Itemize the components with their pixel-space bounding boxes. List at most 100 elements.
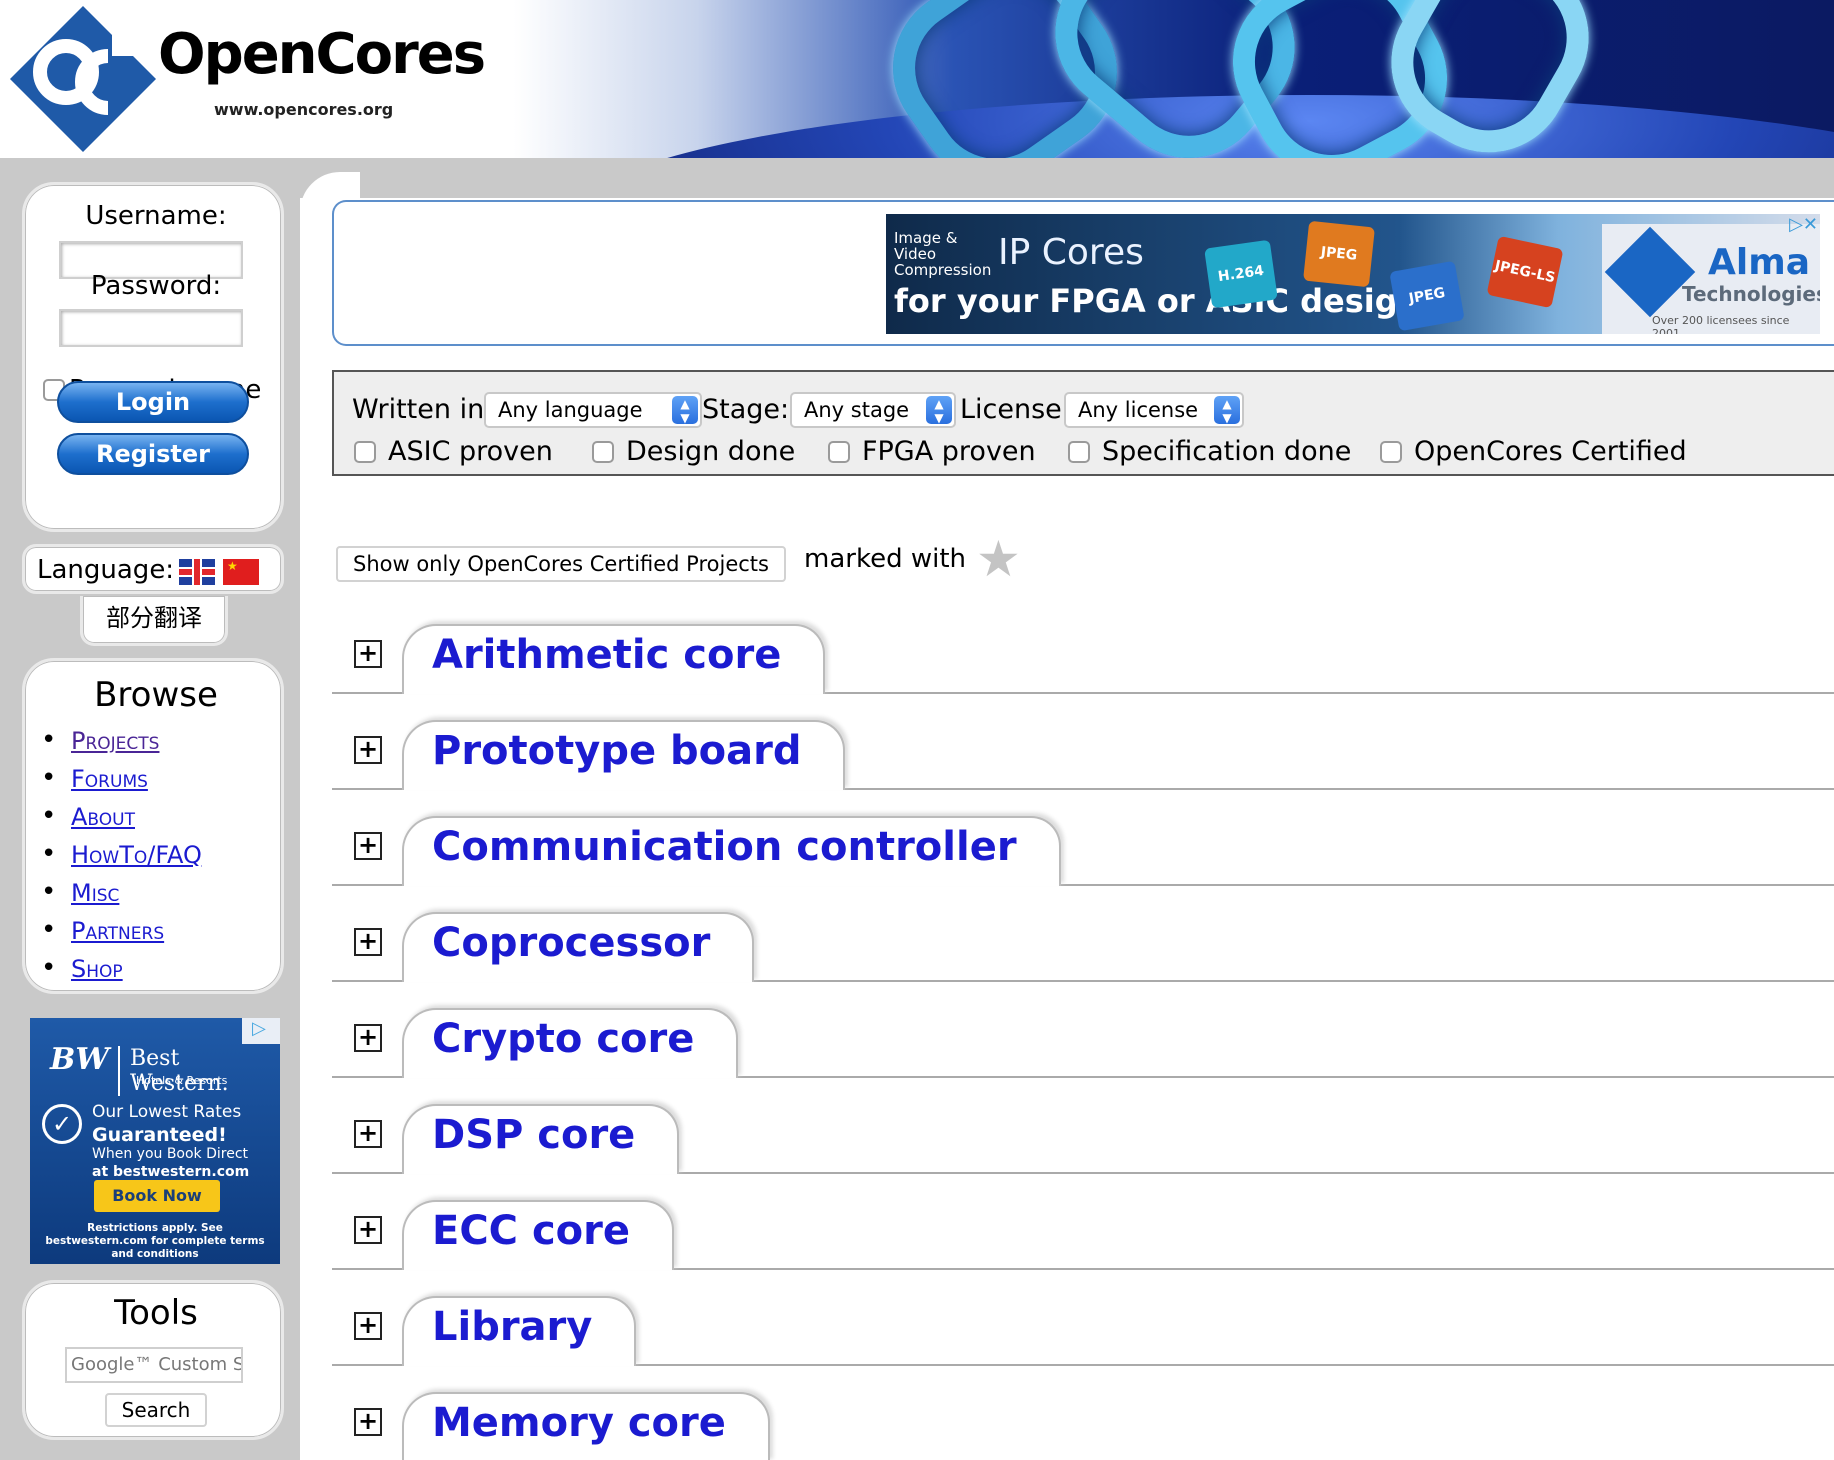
- spec-done-checkbox[interactable]: [1068, 440, 1090, 463]
- uk-flag-icon[interactable]: [179, 559, 215, 585]
- main-content: Image & Video Compression IP Cores for y…: [300, 158, 1834, 1460]
- alma-brand: Alma: [1708, 242, 1811, 283]
- site-logo-text[interactable]: OpenCores: [158, 22, 486, 87]
- browse-title: Browse: [94, 675, 218, 715]
- browse-item-shop: Shop: [41, 953, 202, 993]
- category-row: + ECC core: [332, 1200, 1834, 1270]
- category-tab[interactable]: Prototype board: [402, 720, 846, 790]
- category-title[interactable]: Memory core: [432, 1400, 726, 1446]
- category-title[interactable]: DSP core: [432, 1112, 635, 1158]
- partial-translation-link[interactable]: 部分翻译: [80, 596, 228, 646]
- license-select[interactable]: Any license ▲ ▼: [1064, 392, 1244, 428]
- chip-h264-icon: H.264: [1204, 239, 1278, 309]
- opencores-certified-label: OpenCores Certified: [1414, 436, 1687, 467]
- chip-jpegls-icon: JPEG-LS: [1486, 235, 1564, 309]
- category-title[interactable]: ECC core: [432, 1208, 630, 1254]
- checkmark-icon: ✓: [42, 1104, 82, 1144]
- browse-list: Projects Forums About HowTo/FAQ Misc Par…: [41, 725, 202, 993]
- marked-with-label: marked with: [804, 544, 967, 574]
- select-arrows-icon: ▲ ▼: [1214, 396, 1240, 425]
- browse-item-projects: Projects: [41, 725, 202, 765]
- category-title[interactable]: Library: [432, 1304, 592, 1350]
- expand-plus-icon[interactable]: +: [354, 1120, 382, 1148]
- alma-technologies-ad[interactable]: Image & Video Compression IP Cores for y…: [886, 214, 1820, 334]
- china-flag-icon[interactable]: [223, 559, 259, 585]
- category-tab[interactable]: Coprocessor: [402, 912, 755, 982]
- browse-link-projects[interactable]: Projects: [71, 727, 159, 755]
- design-done-label: Design done: [626, 436, 796, 467]
- category-row: + Prototype board: [332, 720, 1834, 790]
- category-tab[interactable]: DSP core: [402, 1104, 680, 1174]
- expand-plus-icon[interactable]: +: [354, 1408, 382, 1436]
- password-label: Password:: [90, 271, 222, 301]
- show-certified-button[interactable]: Show only OpenCores Certified Projects: [336, 546, 786, 582]
- expand-plus-icon[interactable]: +: [354, 928, 382, 956]
- category-title[interactable]: Communication controller: [432, 824, 1017, 870]
- filter-spec-done[interactable]: Specification done: [1068, 436, 1351, 467]
- fpga-proven-checkbox[interactable]: [828, 440, 850, 463]
- site-header: OpenCores www.opencores.org: [0, 0, 1834, 158]
- ad-close-icon[interactable]: ▷✕: [1766, 214, 1818, 238]
- browse-link-forums[interactable]: Forums: [71, 765, 148, 793]
- google-search-input[interactable]: Google™ Custom Search: [65, 1347, 243, 1383]
- bw-line-4: at bestwestern.com: [92, 1164, 250, 1180]
- browse-link-partners[interactable]: Partners: [71, 917, 164, 945]
- expand-plus-icon[interactable]: +: [354, 640, 382, 668]
- filter-fpga-proven[interactable]: FPGA proven: [828, 436, 1036, 467]
- opencores-certified-checkbox[interactable]: [1380, 440, 1402, 463]
- browse-link-howto[interactable]: HowTo/FAQ: [71, 841, 202, 869]
- category-tab[interactable]: Communication controller: [402, 816, 1061, 886]
- language-select-value: Any language: [498, 398, 643, 422]
- category-title[interactable]: Prototype board: [432, 728, 801, 774]
- filter-panel: Written in: Any language ▲ ▼ Stage: Any s…: [332, 370, 1834, 476]
- best-western-ad[interactable]: BW Best Western. Hotels & Resorts ✓ Our …: [30, 1018, 280, 1264]
- login-button[interactable]: Login: [57, 381, 249, 423]
- browse-link-about[interactable]: About: [71, 803, 135, 831]
- category-tab[interactable]: ECC core: [402, 1200, 675, 1270]
- expand-plus-icon[interactable]: +: [354, 1024, 382, 1052]
- asic-proven-checkbox[interactable]: [354, 440, 376, 463]
- adchoices-icon[interactable]: [242, 1018, 280, 1044]
- ad-line-2: for your FPGA or ASIC design: [894, 282, 1421, 320]
- filter-opencores-certified[interactable]: OpenCores Certified: [1380, 436, 1687, 467]
- fpga-proven-label: FPGA proven: [862, 436, 1036, 467]
- language-select[interactable]: Any language ▲ ▼: [484, 392, 702, 428]
- register-button[interactable]: Register: [57, 433, 249, 475]
- category-title[interactable]: Coprocessor: [432, 920, 710, 966]
- filter-asic-proven[interactable]: ASIC proven: [354, 436, 553, 467]
- expand-plus-icon[interactable]: +: [354, 736, 382, 764]
- category-row: + Communication controller: [332, 816, 1834, 886]
- browse-link-shop[interactable]: Shop: [71, 955, 123, 983]
- design-done-checkbox[interactable]: [592, 440, 614, 463]
- site-url: www.opencores.org: [214, 100, 394, 119]
- opencores-logo-icon[interactable]: [8, 4, 158, 154]
- category-title[interactable]: Crypto core: [432, 1016, 694, 1062]
- login-panel: Username: Password: Remember me Login Re…: [22, 182, 284, 532]
- expand-plus-icon[interactable]: +: [354, 1312, 382, 1340]
- password-field[interactable]: [59, 309, 243, 347]
- search-button[interactable]: Search: [105, 1393, 207, 1427]
- book-now-button[interactable]: Book Now: [94, 1180, 220, 1212]
- chip-jpeg-icon: JPEG: [1303, 220, 1375, 288]
- category-tab[interactable]: Library: [402, 1296, 637, 1366]
- alma-since: Over 200 licensees since 2001: [1652, 314, 1790, 334]
- asic-proven-label: ASIC proven: [388, 436, 553, 467]
- expand-plus-icon[interactable]: +: [354, 832, 382, 860]
- chip-jpeg2000-icon: JPEG 2000: [1389, 260, 1465, 332]
- bw-line-2: Guaranteed!: [92, 1124, 227, 1146]
- category-tab[interactable]: Arithmetic core: [402, 624, 826, 694]
- category-tab[interactable]: Crypto core: [402, 1008, 739, 1078]
- license-select-value: Any license: [1078, 398, 1199, 422]
- spec-done-label: Specification done: [1102, 436, 1352, 467]
- bw-line-1: Our Lowest Rates: [92, 1102, 242, 1122]
- category-tab[interactable]: Memory core: [402, 1392, 770, 1460]
- expand-plus-icon[interactable]: +: [354, 1216, 382, 1244]
- category-title[interactable]: Arithmetic core: [432, 632, 781, 678]
- browse-link-misc[interactable]: Misc: [71, 879, 119, 907]
- ad-line-1: Image & Video Compression: [894, 229, 992, 279]
- category-row: + Coprocessor: [332, 912, 1834, 982]
- select-arrows-icon: ▲ ▼: [926, 396, 952, 425]
- stage-select[interactable]: Any stage ▲ ▼: [790, 392, 956, 428]
- browse-item-partners: Partners: [41, 915, 202, 955]
- filter-design-done[interactable]: Design done: [592, 436, 795, 467]
